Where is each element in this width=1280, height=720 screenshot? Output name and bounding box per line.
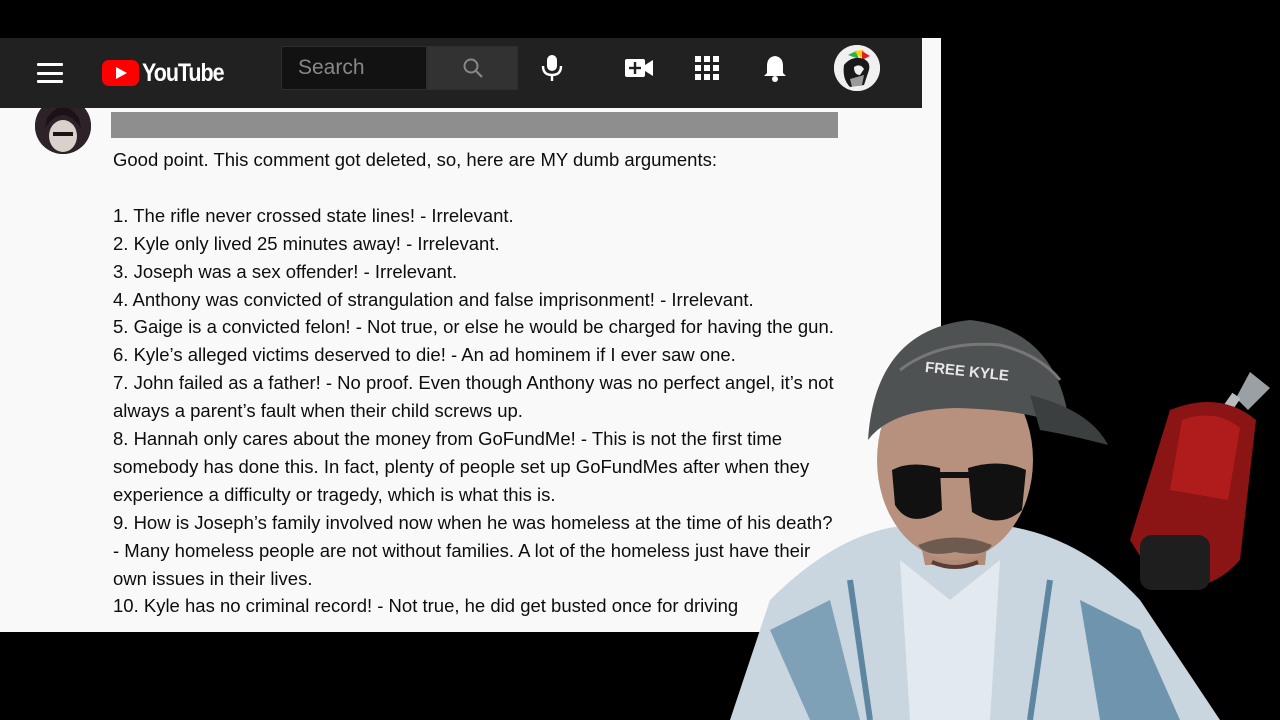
youtube-logo[interactable]: YouTube	[102, 58, 237, 88]
comment-line: 1. The rifle never crossed state lines! …	[113, 204, 514, 226]
youtube-play-icon	[102, 60, 139, 86]
comment-line: 3. Joseph was a sex offender! - Irreleva…	[113, 260, 458, 282]
comment-line: 2. Kyle only lived 25 minutes away! - Ir…	[113, 232, 500, 254]
search-input[interactable]	[281, 46, 427, 90]
streamer-webcam-overlay: FREE KYLE	[700, 300, 1280, 720]
video-frame: Good point. This comment got deleted, so…	[0, 0, 1280, 720]
voice-search-button[interactable]	[534, 50, 570, 86]
search-icon	[463, 58, 483, 78]
search-button[interactable]	[427, 46, 518, 90]
menu-button[interactable]	[30, 56, 70, 90]
video-create-icon	[625, 59, 653, 77]
apps-grid-icon	[695, 56, 719, 80]
bell-icon	[764, 56, 786, 82]
logo-text: YouTube	[142, 58, 225, 87]
notifications-button[interactable]	[757, 50, 793, 86]
mic-icon	[541, 55, 563, 81]
create-video-button[interactable]	[621, 50, 657, 86]
account-avatar[interactable]	[834, 45, 880, 91]
youtube-masthead: YouTube	[0, 38, 922, 108]
comment-intro: Good point. This comment got deleted, so…	[113, 149, 717, 170]
redacted-comment-header	[111, 112, 838, 138]
menu-icon	[37, 63, 63, 83]
apps-button[interactable]	[689, 50, 725, 86]
